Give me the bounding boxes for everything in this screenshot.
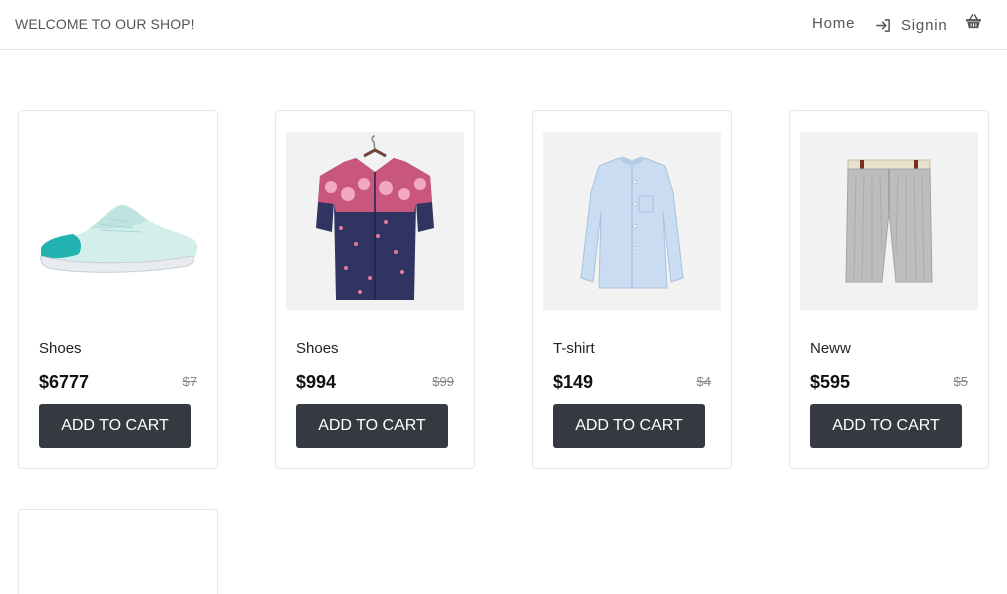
blue-shirt-image [580,156,684,289]
nav-home-link[interactable]: Home [812,15,855,32]
product-old-price: $4 [696,374,711,389]
product-name: Shoes [296,340,339,357]
product-name: Shoes [39,340,82,357]
sneaker-image [40,204,198,273]
product-card: T-shirt $149 $4 ADD TO CART [532,110,732,469]
product-price: $149 [553,372,594,392]
top-navbar: WELCOME TO OUR SHOP! Home Signin [0,0,1007,50]
product-card: Neww $595 $5 ADD TO CART [789,110,989,469]
product-name: T-shirt [553,340,595,357]
sign-in-icon [876,18,890,32]
product-old-price: $5 [953,374,968,389]
nav-signin-label: Signin [901,16,948,34]
product-old-price: $99 [432,374,454,389]
add-to-cart-button[interactable]: ADD TO CART [296,404,448,448]
add-to-cart-button[interactable]: ADD TO CART [39,404,191,448]
product-old-price: $7 [182,374,197,389]
product-price: $6777 [39,372,90,392]
product-price: $994 [296,372,337,392]
product-name: Neww [810,340,851,357]
product-card: Shoes $6777 $7 ADD TO CART [18,110,218,469]
product-card: Shoes $994 $99 ADD TO CART [275,110,475,469]
product-price: $595 [810,372,851,392]
nav-signin-link[interactable]: Signin [876,15,948,35]
product-image-blue-shirt[interactable] [543,132,721,310]
product-card-partial [18,509,218,594]
grey-shorts-image [845,159,933,283]
add-to-cart-button[interactable]: ADD TO CART [810,404,962,448]
product-image-floral-shirt[interactable] [286,132,464,310]
welcome-text: WELCOME TO OUR SHOP! [15,16,195,32]
product-image-grey-shorts[interactable] [800,132,978,310]
shopping-basket-icon[interactable] [965,13,982,30]
product-image-sneaker[interactable] [29,132,207,310]
floral-shirt-image [316,135,434,300]
add-to-cart-button[interactable]: ADD TO CART [553,404,705,448]
